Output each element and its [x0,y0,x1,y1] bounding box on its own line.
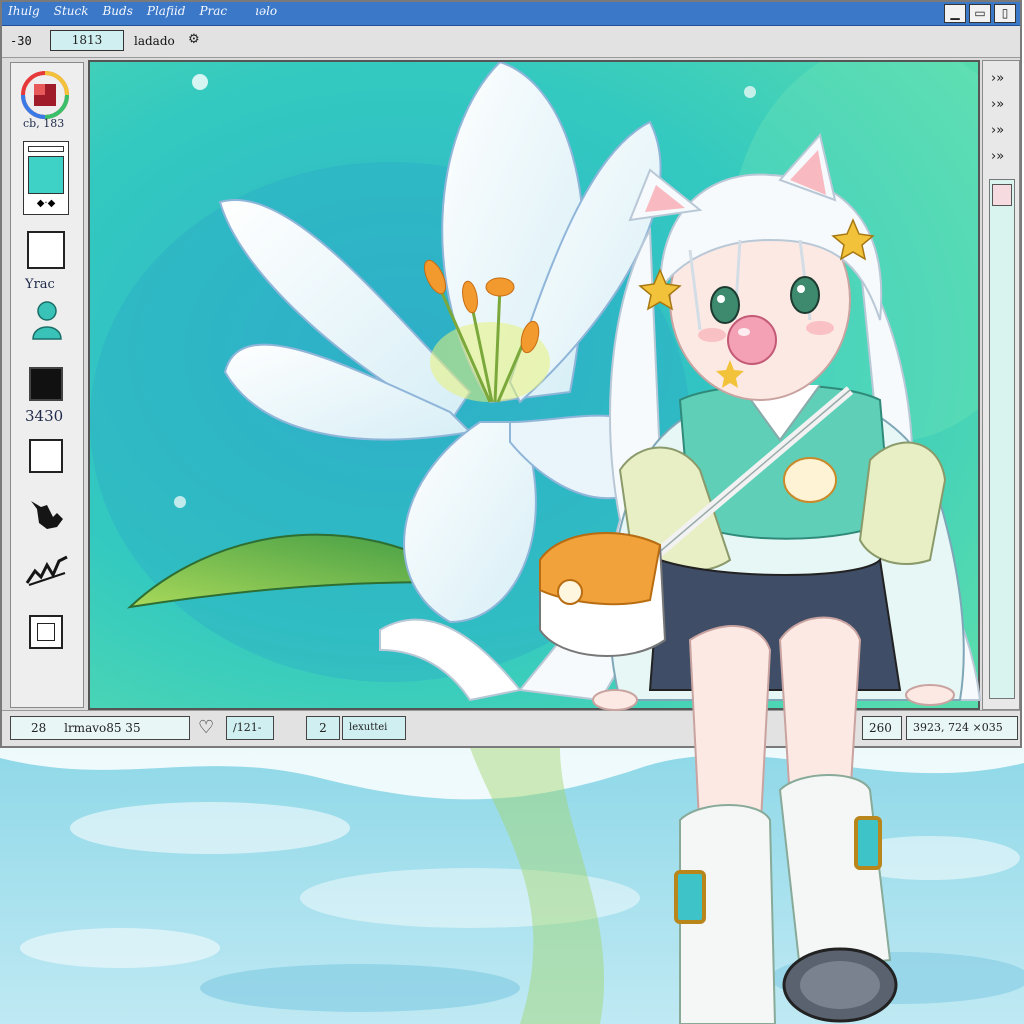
toolbar: -30 1813 ladado ⚙ [2,26,1020,58]
rectangle-tool-icon[interactable] [27,231,65,269]
layer-number: 28 [31,721,47,735]
menu-item[interactable]: ıəlo [255,4,277,18]
menu-item[interactable]: Plafiid [147,4,186,18]
crop-tool-icon[interactable] [29,615,63,649]
file-name: lrmavo85 35 [64,721,141,735]
right-panel: ›» ›» ›» ›» [982,60,1020,710]
app-window: Ihulg Stuck Buds Plafiid Prac ıəlo ▁ ▭ ▯… [0,0,1022,748]
size-label: 3430 [25,407,64,425]
close-button[interactable]: ▯ [994,4,1016,23]
page-field[interactable]: 2 [306,716,340,740]
color-code-label: cb, 183 [23,117,65,130]
window-controls: ▁ ▭ ▯ [944,4,1016,23]
brush-tool-icon[interactable] [27,493,67,533]
menu-bar: Ihulg Stuck Buds Plafiid Prac ıəlo [8,4,277,18]
coordinates-readout: 3923, 724 ×035 [906,716,1018,740]
mode-field[interactable]: lexuttei [342,716,406,740]
scroll-thumb[interactable] [992,184,1012,206]
menu-item[interactable]: Stuck [54,4,89,18]
vertical-scrollbar[interactable] [989,179,1015,699]
color-wheel-icon[interactable] [21,71,69,119]
color-swatch[interactable]: ◆·◆ [23,141,69,215]
status-bar: 28 lrmavo85 35 ♡ /121- 2 lexuttei 260 39… [2,710,1020,746]
nav-arrow[interactable]: ›» [991,149,1004,164]
stamp-tool-icon[interactable] [27,299,67,341]
menu-item[interactable]: Buds [102,4,132,18]
fill-tool-icon[interactable] [29,367,63,401]
minimize-button[interactable]: ▁ [944,4,966,23]
heart-icon[interactable]: ♡ [198,717,214,738]
nav-arrow[interactable]: ›» [991,71,1004,86]
water-backdrop [0,748,1024,1024]
frame-label: Yrac [25,277,55,292]
position-field[interactable]: /121- [226,716,274,740]
zoom-field[interactable]: 260 [862,716,902,740]
smudge-tool-icon[interactable] [25,553,69,587]
value-field[interactable]: 1813 [50,30,124,51]
menu-item[interactable]: Ihulg [8,4,40,18]
title-bar: Ihulg Stuck Buds Plafiid Prac ıəlo ▁ ▭ ▯ [2,2,1020,26]
nav-arrow[interactable]: ›» [991,97,1004,112]
status-panel: 28 lrmavo85 35 [10,716,190,740]
tool-panel: cb, 183 ◆·◆ Yrac 3430 [10,62,84,708]
toolbar-label: ladado [134,34,175,48]
settings-icon[interactable]: ⚙ [188,32,200,47]
nav-arrow[interactable]: ›» [991,123,1004,138]
maximize-button[interactable]: ▭ [969,4,991,23]
menu-item[interactable]: Prac [199,4,227,18]
zoom-readout: -30 [10,34,32,48]
drawing-canvas[interactable] [88,60,980,710]
eraser-tool-icon[interactable] [29,439,63,473]
